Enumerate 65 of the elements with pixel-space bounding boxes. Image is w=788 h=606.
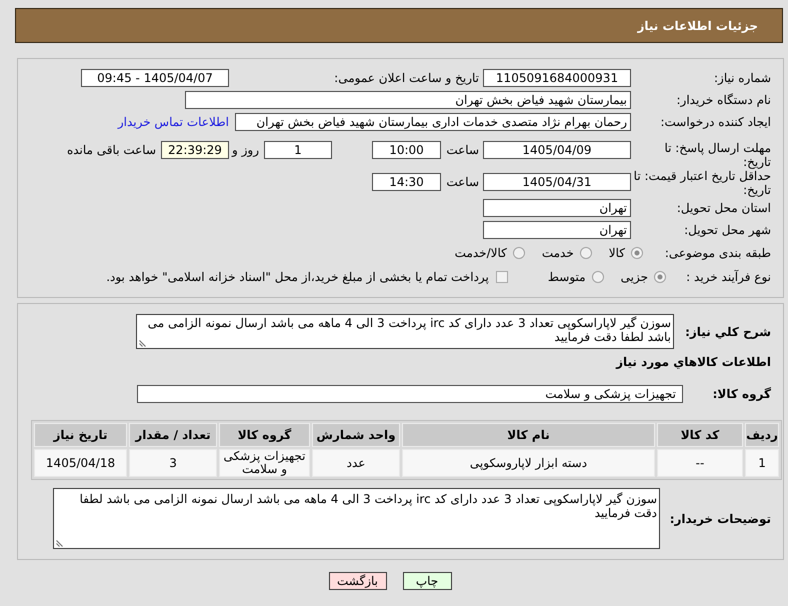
province-field[interactable]: تهران [483, 199, 631, 217]
field-label: حداقل تاریخ اعتبار قیمت: تا تاریخ: [633, 169, 771, 197]
field-label: ایجاد کننده درخواست: [660, 115, 771, 129]
contact-link[interactable]: اطلاعات تماس خریدار [118, 113, 229, 131]
radio-button[interactable] [512, 247, 525, 259]
column-header: تاریخ نیاز [34, 423, 127, 447]
time-field[interactable]: 14:30 [372, 173, 441, 191]
resize-handle-icon[interactable] [139, 339, 147, 347]
table-cell: 1 [745, 449, 779, 477]
table-cell: تجهیزات پزشکی و سلامت [219, 449, 310, 477]
field-label: شرح کلي نیاز: [685, 324, 771, 338]
back-button[interactable]: بازگشت [328, 572, 386, 590]
field-label: نوع فرآیند خرید : [686, 270, 771, 284]
resize-handle-icon[interactable] [56, 539, 64, 547]
date-field[interactable]: 1405/04/09 [483, 141, 631, 159]
days-field[interactable]: 1 [264, 141, 332, 159]
checkbox-label: پرداخت تمام یا بخشی از مبلغ خرید،از محل "اسناد خزانه اسلامی" خواهد بود. [106, 269, 489, 286]
column-header: کد کالا [657, 423, 743, 447]
option-label: خدمت [542, 245, 574, 262]
radio-button[interactable] [592, 271, 604, 283]
column-header: ردیف [745, 423, 779, 447]
announce-date-field[interactable]: 1405/04/07 - 09:45 [81, 69, 229, 87]
field-label: گروه کالا: [712, 387, 771, 401]
field-label: شهر محل تحویل: [684, 223, 771, 237]
field-label: روز و [232, 143, 259, 157]
buyer-notes-field[interactable]: سوزن گیر لاپاراسکوپی تعداد 3 عدد دارای کد irc پرداخت 3 الی 4 ماهه می باشد ارسال نمونه الزامی می باشد لطفا دقت فرمایید [53, 488, 660, 549]
radio-button[interactable] [631, 247, 643, 259]
buyer-org-field[interactable]: بیمارستان شهید فیاض بخش تهران [185, 91, 631, 109]
option-label: جزیی [620, 269, 648, 286]
page-title: جزئیات اطلاعات نیاز [637, 18, 758, 34]
remaining-time-field[interactable]: 22:39:29 [161, 141, 229, 159]
radio-button[interactable] [580, 247, 592, 259]
column-header: نام کالا [402, 423, 655, 447]
requester-field[interactable]: رحمان بهرام نژاد متصدی خدمات اداری بیمارستان شهید فیاض بخش تهران [235, 113, 631, 131]
need-number-field[interactable]: 1105091684000931 [483, 69, 631, 87]
table-cell: 1405/04/18 [34, 449, 127, 477]
date-field[interactable]: 1405/04/31 [483, 173, 631, 191]
table-cell: 3 [129, 449, 217, 477]
table-cell: -- [657, 449, 743, 477]
field-label: ساعت باقی مانده [66, 142, 156, 159]
description-field[interactable]: سوزن گیر لاپاراسکوپی تعداد 3 عدد دارای کد irc پرداخت 3 الی 4 ماهه می باشد ارسال نمونه الزامی می باشد لطفا دقت فرمایید [136, 314, 674, 349]
column-header: گروه کالا [219, 423, 310, 447]
field-label: توضیحات خریدار: [670, 512, 771, 526]
goods-group-field[interactable]: تجهیزات پزشکی و سلامت [137, 385, 683, 403]
city-field[interactable]: تهران [483, 221, 631, 239]
field-label: طبقه بندی موضوعی: [664, 246, 771, 260]
checkbox[interactable] [496, 271, 508, 283]
field-label: شماره نیاز: [714, 71, 771, 85]
field-label: ساعت [446, 143, 479, 157]
table-cell: دسته ابزار لاپاروسکوپی [402, 449, 655, 477]
print-button[interactable]: چاپ [402, 572, 452, 590]
column-header: تعداد / مقدار [129, 423, 217, 447]
option-label: متوسط [548, 269, 586, 286]
option-label: کالا [608, 245, 625, 262]
time-field[interactable]: 10:00 [372, 141, 441, 159]
option-label: کالا/خدمت [454, 245, 507, 262]
section-title: اطلاعات کالاهاي مورد نیاز [616, 354, 771, 371]
radio-button[interactable] [654, 271, 666, 283]
field-label: تاریخ و ساعت اعلان عمومی: [334, 71, 479, 85]
field-label: نام دستگاه خریدار: [676, 93, 771, 107]
field-label: استان محل تحویل: [676, 201, 771, 215]
table-cell: عدد [312, 449, 400, 477]
field-label: ساعت [446, 175, 479, 189]
field-label: مهلت ارسال پاسخ: تا تاریخ: [663, 141, 771, 169]
column-header: واحد شمارش [312, 423, 400, 447]
